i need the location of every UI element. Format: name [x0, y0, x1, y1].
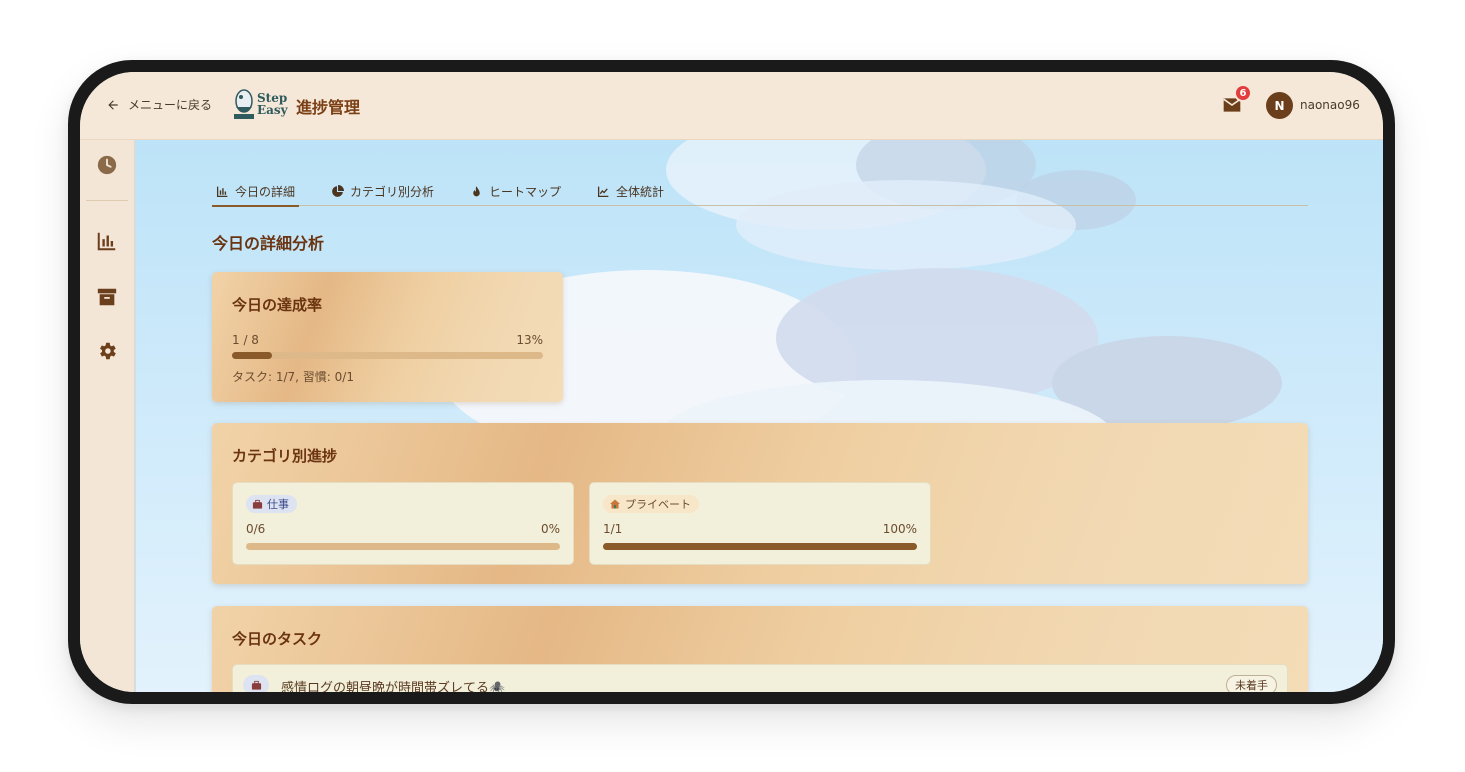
category-name: プライベート: [625, 498, 691, 511]
achievement-rate-card: 今日の達成率 1 / 8 13% タスク: 1/7, 習慣: 0/1: [212, 272, 563, 402]
category-name: 仕事: [267, 498, 289, 511]
flame-icon: [473, 185, 480, 196]
tab-heatmap[interactable]: ヒートマップ: [466, 176, 565, 206]
tab-overall-stats[interactable]: 全体統計: [593, 176, 668, 206]
task-row[interactable]: 感情ログの朝昼晩が時間帯ズレてる🕷️ 未着手: [232, 664, 1288, 692]
rate-percent: 13%: [516, 333, 543, 347]
arrow-left-icon: [108, 99, 118, 110]
gear-icon[interactable]: [96, 340, 118, 362]
main-content: 今日の詳細 カテゴリ別分析 ヒートマップ 全体統計 今日の詳細分析 今日の達成率…: [136, 140, 1383, 692]
task-category-badge: [243, 675, 269, 692]
page-title: 進捗管理: [296, 98, 361, 117]
mail-count-badge: 6: [1234, 84, 1252, 102]
bar-chart-icon[interactable]: [96, 230, 118, 252]
logo-line2: Easy: [257, 103, 288, 117]
app-logo[interactable]: Step Easy: [232, 87, 288, 121]
tab-bar: 今日の詳細 カテゴリ別分析 ヒートマップ 全体統計: [212, 176, 1308, 207]
card-title: 今日のタスク: [232, 630, 323, 648]
category-item-work[interactable]: 仕事 0/6 0%: [232, 482, 574, 565]
category-count: 0/6: [246, 522, 266, 536]
archive-icon[interactable]: [96, 286, 118, 308]
username[interactable]: naonao96: [1300, 98, 1360, 112]
tab-category-analysis[interactable]: カテゴリ別分析: [327, 176, 438, 206]
device-frame: メニューに戻る Step Easy 進捗管理 6 N naonao96 今日の詳…: [68, 60, 1395, 704]
app-screen: メニューに戻る Step Easy 進捗管理 6 N naonao96 今日の詳…: [80, 72, 1383, 692]
owl-logo-icon: [234, 89, 254, 119]
tab-label: 今日の詳細: [235, 184, 296, 199]
pie-chart-icon: [332, 184, 345, 197]
back-to-menu-link[interactable]: メニューに戻る: [106, 96, 212, 113]
app-header: メニューに戻る Step Easy 進捗管理 6 N naonao96: [80, 72, 1383, 140]
rate-count: 1 / 8: [232, 333, 259, 347]
briefcase-icon: [252, 499, 263, 509]
category-count: 1/1: [603, 522, 623, 536]
category-percent: 0%: [540, 522, 560, 536]
sidebar-divider: [86, 200, 128, 201]
tab-label: 全体統計: [616, 184, 665, 199]
category-percent: 100%: [882, 522, 917, 536]
tab-today-detail[interactable]: 今日の詳細: [212, 176, 300, 207]
back-label: メニューに戻る: [128, 98, 213, 112]
line-chart-icon: [598, 186, 609, 197]
bar-chart-icon: [216, 186, 228, 197]
logo-wordmark: Step Easy: [257, 92, 288, 116]
today-tasks-card: 今日のタスク 感情ログの朝昼晩が時間帯ズレてる🕷️ 未着手: [212, 606, 1308, 692]
progress-fill: [603, 543, 917, 550]
tab-label: カテゴリ別分析: [350, 184, 435, 199]
rate-breakdown: タスク: 1/7, 習慣: 0/1: [232, 370, 354, 384]
briefcase-icon: [251, 680, 261, 690]
category-item-private[interactable]: プライベート 1/1 100%: [589, 482, 931, 565]
task-title: 感情ログの朝昼晩が時間帯ズレてる🕷️: [281, 681, 506, 692]
progress-bar: [603, 543, 917, 550]
category-progress-card: カテゴリ別進捗 仕事 0/6 0% プライベート 1/1 100%: [212, 423, 1308, 584]
house-icon: [610, 499, 620, 509]
avatar[interactable]: N: [1266, 92, 1293, 119]
sidebar: [80, 140, 135, 692]
clock-icon[interactable]: [96, 154, 118, 176]
card-title: 今日の達成率: [232, 296, 323, 314]
progress-bar: [232, 352, 543, 359]
progress-bar: [246, 543, 560, 550]
category-chip: プライベート: [603, 495, 699, 513]
status-badge[interactable]: 未着手: [1226, 675, 1277, 692]
card-title: カテゴリ別進捗: [232, 447, 338, 465]
category-chip: 仕事: [246, 495, 297, 513]
tab-label: ヒートマップ: [489, 184, 562, 199]
progress-fill: [232, 352, 273, 359]
section-title: 今日の詳細分析: [212, 234, 325, 253]
